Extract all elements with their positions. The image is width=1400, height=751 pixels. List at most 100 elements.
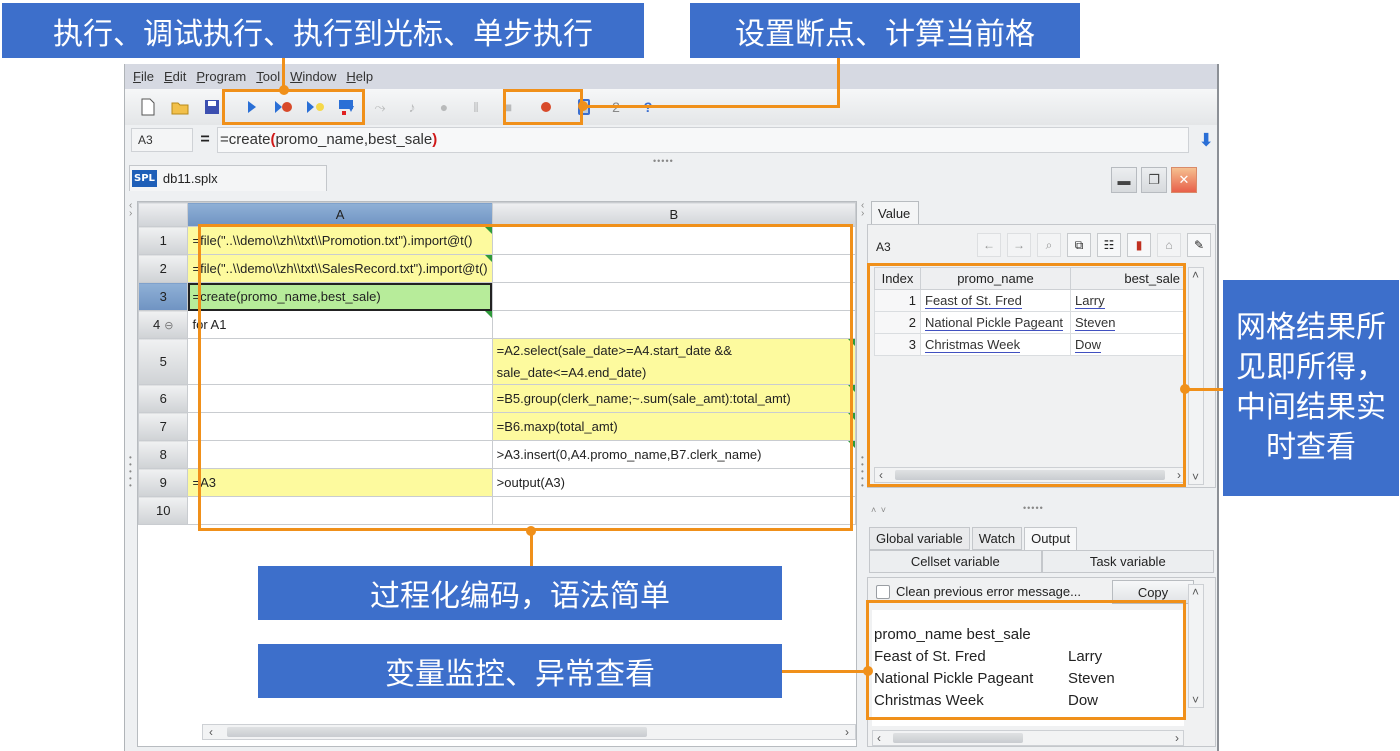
tab-watch[interactable]: Watch (971, 527, 1023, 550)
panel-splitter-handle[interactable]: ••••• (1023, 503, 1044, 513)
scroll-left-icon[interactable]: ‹ (209, 725, 213, 739)
copy-value-icon[interactable]: ⧉ (1067, 233, 1091, 257)
menu-window[interactable]: Window (290, 69, 336, 84)
output-text[interactable]: promo_name best_sale Feast of St. Fred La… (872, 610, 1184, 726)
tab-value[interactable]: Value (871, 201, 919, 225)
cell-b1[interactable] (491, 226, 857, 255)
cell-b2[interactable] (491, 254, 857, 283)
cell-a5[interactable] (187, 338, 493, 385)
cell-b5[interactable]: =A2.select(sale_date>=A4.start_date && s… (491, 338, 857, 385)
left-splitter[interactable]: • • • • • (129, 454, 133, 490)
cell-b10[interactable] (491, 496, 857, 525)
minimize-button[interactable]: ▬ (1111, 167, 1137, 193)
menu-edit[interactable]: Edit (164, 69, 186, 84)
menu-file[interactable]: File (133, 69, 154, 84)
tab-output[interactable]: Output (1024, 527, 1078, 550)
scroll-down-icon[interactable]: ˅ (1192, 693, 1199, 707)
chart-icon[interactable]: ▮ (1127, 233, 1151, 257)
cell-b6[interactable]: =B5.group(clerk_name;~.sum(sale_amt):tot… (491, 384, 857, 413)
row-header[interactable]: 7 (137, 412, 189, 441)
cell-a4[interactable]: for A1 (187, 310, 493, 339)
output-vertical-scrollbar[interactable]: ˄ ˅ (1188, 584, 1204, 708)
cell-a2[interactable]: =file("..\\demo\\zh\\txt\\SalesRecord.tx… (187, 254, 493, 283)
row-header[interactable]: 5 (137, 338, 189, 385)
restore-button[interactable]: ❐ (1141, 167, 1167, 193)
value-cell[interactable]: Steven (1070, 311, 1185, 334)
scroll-thumb[interactable] (895, 470, 1165, 480)
pin-icon[interactable]: ✎ (1187, 233, 1211, 257)
run-to-cursor-icon[interactable] (303, 94, 329, 120)
scroll-up-icon[interactable]: ˄ (1192, 585, 1199, 599)
column-header-b[interactable]: B (491, 202, 857, 227)
close-button[interactable]: ✕ (1171, 167, 1197, 193)
tab-global-variable[interactable]: Global variable (869, 527, 970, 550)
cell-a7[interactable] (187, 412, 493, 441)
undo-icon[interactable]: 2 (603, 94, 629, 120)
file-tab[interactable]: SPL db11.splx (129, 165, 327, 191)
cell-reference-field[interactable]: A3 (131, 128, 193, 152)
row-header[interactable]: 2 (137, 254, 189, 283)
scroll-thumb[interactable] (893, 733, 1023, 743)
collapse-arrows[interactable]: ˄ ˅ (871, 505, 887, 515)
corner-header[interactable] (137, 202, 189, 227)
value-vertical-scrollbar[interactable]: ˄ ˅ (1188, 267, 1204, 485)
copy-button[interactable]: Copy (1112, 580, 1194, 604)
step-icon[interactable] (335, 94, 361, 120)
open-folder-icon[interactable] (167, 94, 193, 120)
value-cell[interactable]: Feast of St. Fred (920, 289, 1071, 312)
cell-b9[interactable]: >output(A3) (491, 468, 857, 497)
row-header[interactable]: 8 (137, 440, 189, 469)
collapse-icon[interactable]: ⊖ (164, 320, 173, 332)
cell-a6[interactable] (187, 384, 493, 413)
list-view-icon[interactable]: ☷ (1097, 233, 1121, 257)
right-splitter[interactable]: • • • • • (861, 454, 865, 490)
scroll-right-icon[interactable]: › (1177, 468, 1181, 482)
cell-a10[interactable] (187, 496, 493, 525)
row-header[interactable]: 6 (137, 384, 189, 413)
value-horizontal-scrollbar[interactable]: ‹ › (874, 467, 1186, 483)
value-cell[interactable]: Larry (1070, 289, 1185, 312)
cell-a3-selected[interactable]: =create(promo_name,best_sale) (187, 282, 493, 311)
row-header[interactable]: 10 (137, 496, 189, 525)
menu-program[interactable]: Program (196, 69, 246, 84)
toggle-breakpoint-icon[interactable] (533, 94, 559, 120)
collapse-right-handle[interactable]: ‹ › (861, 201, 865, 219)
scroll-right-icon[interactable]: › (1175, 731, 1179, 745)
scroll-right-icon[interactable]: › (845, 725, 849, 739)
tab-task-variable[interactable]: Task variable (1041, 550, 1214, 573)
formula-input[interactable]: =create(promo_name,best_sale) (217, 127, 1189, 153)
value-header-promo-name[interactable]: promo_name (920, 267, 1071, 290)
clean-error-checkbox[interactable] (876, 584, 890, 599)
scroll-left-icon[interactable]: ‹ (879, 468, 883, 482)
menu-tool[interactable]: Tool (256, 69, 280, 84)
cell-b7[interactable]: =B6.maxp(total_amt) (491, 412, 857, 441)
calculate-cell-icon[interactable] (571, 94, 597, 120)
output-horizontal-scrollbar[interactable]: ‹ › (872, 730, 1184, 746)
new-file-icon[interactable] (135, 94, 161, 120)
cell-a9[interactable]: =A3 (187, 468, 493, 497)
value-cell[interactable]: Dow (1070, 333, 1185, 356)
row-header[interactable]: 1 (137, 226, 189, 255)
cell-a1[interactable]: =file("..\\demo\\zh\\txt\\Promotion.txt"… (187, 226, 493, 255)
row-header[interactable]: 4 ⊖ (137, 310, 189, 339)
tab-cellset-variable[interactable]: Cellset variable (869, 550, 1042, 573)
help-icon[interactable]: ? (635, 94, 661, 120)
run-icon[interactable] (239, 94, 265, 120)
scroll-left-icon[interactable]: ‹ (877, 731, 881, 745)
value-cell[interactable]: National Pickle Pageant (920, 311, 1071, 334)
cell-b4[interactable] (491, 310, 857, 339)
scroll-thumb[interactable] (227, 727, 647, 737)
value-header-best-sale[interactable]: best_sale (1070, 267, 1185, 290)
value-header-index[interactable]: Index (874, 267, 921, 290)
splitter-handle[interactable]: ••••• (653, 156, 674, 166)
save-icon[interactable] (199, 94, 225, 120)
scroll-up-icon[interactable]: ˄ (1192, 268, 1199, 282)
cell-b3[interactable] (491, 282, 857, 311)
row-header[interactable]: 3 (137, 282, 189, 311)
row-header[interactable]: 9 (137, 468, 189, 497)
menu-help[interactable]: Help (346, 69, 373, 84)
clean-error-checkbox-row[interactable]: Clean previous error message... (876, 584, 1081, 599)
cell-a8[interactable] (187, 440, 493, 469)
value-cell[interactable]: Christmas Week (920, 333, 1071, 356)
column-header-a[interactable]: A (187, 202, 493, 227)
